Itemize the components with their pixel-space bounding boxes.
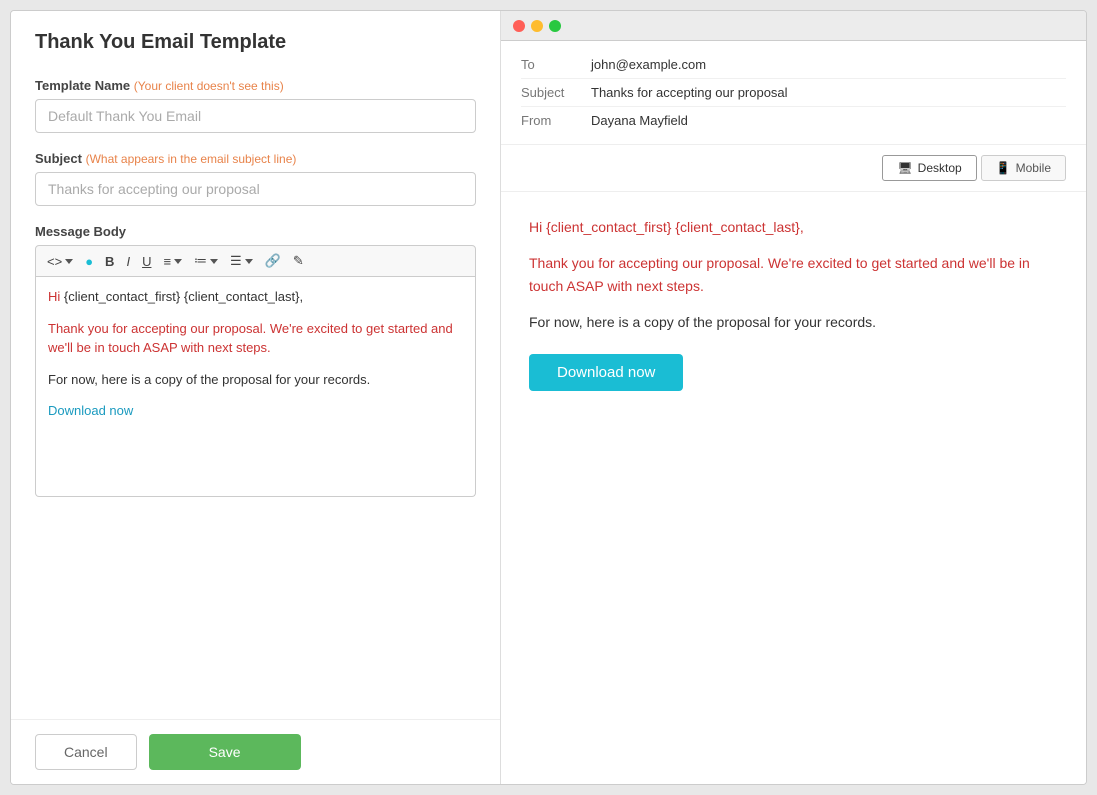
email-subject-value: Thanks for accepting our proposal — [591, 85, 788, 100]
bold-button[interactable]: B — [100, 251, 119, 272]
email-from-value: Dayana Mayfield — [591, 113, 688, 128]
email-preview-wrapper: To john@example.com Subject Thanks for a… — [501, 41, 1086, 784]
bottom-bar: Cancel Save — [11, 719, 500, 784]
link-icon: 🔗 — [265, 253, 281, 269]
email-to-label: To — [521, 57, 591, 72]
greeting-hi: Hi — [48, 289, 64, 304]
left-scroll-area: Thank You Email Template Template Name (… — [11, 11, 500, 719]
subject-input[interactable] — [35, 172, 476, 206]
preview-download-button[interactable]: Download now — [529, 354, 683, 391]
preview-para2: For now, here is a copy of the proposal … — [529, 311, 1058, 333]
link-button[interactable]: 🔗 — [260, 250, 286, 272]
mobile-view-button[interactable]: 📱 Mobile — [981, 155, 1066, 181]
message-body-group: Message Body <> ● B — [35, 224, 476, 497]
mac-close-button[interactable] — [513, 20, 525, 32]
preview-para1: Thank you for accepting our proposal. We… — [529, 252, 1058, 297]
mac-minimize-button[interactable] — [531, 20, 543, 32]
email-from-row: From Dayana Mayfield — [521, 107, 1066, 134]
template-name-input[interactable] — [35, 99, 476, 133]
message-body-label: Message Body — [35, 224, 476, 239]
editor-area[interactable]: Hi Hi {client_contact_first} {client_con… — [35, 277, 476, 497]
template-name-note: (Your client doesn't see this) — [134, 79, 284, 93]
main-wrapper: Thank You Email Template Template Name (… — [10, 10, 1087, 785]
subject-label: Subject (What appears in the email subje… — [35, 151, 476, 166]
right-panel: To john@example.com Subject Thanks for a… — [501, 11, 1086, 784]
align-chevron-icon — [174, 259, 182, 264]
mac-maximize-button[interactable] — [549, 20, 561, 32]
ordered-list-chevron-icon — [210, 259, 218, 264]
ordered-list-button[interactable]: ≔ — [189, 250, 223, 272]
editor-download-link[interactable]: Download now — [48, 403, 133, 418]
editor-para2: For now, here is a copy of the proposal … — [48, 370, 463, 390]
desktop-icon: 🖥 — [897, 161, 912, 175]
left-panel: Thank You Email Template Template Name (… — [11, 11, 501, 784]
mobile-icon: 📱 — [996, 161, 1011, 175]
subject-note: (What appears in the email subject line) — [86, 152, 297, 166]
cancel-button[interactable]: Cancel — [35, 734, 137, 770]
email-subject-label: Subject — [521, 85, 591, 100]
eraser-icon: ✎ — [293, 253, 304, 269]
save-button[interactable]: Save — [149, 734, 301, 770]
template-name-label: Template Name (Your client doesn't see t… — [35, 78, 476, 93]
unordered-list-button[interactable]: ☰ — [225, 250, 258, 272]
color-button[interactable]: ● — [80, 251, 98, 272]
outer-container: Thank You Email Template Template Name (… — [0, 0, 1097, 795]
view-toggle: 🖥 Desktop 📱 Mobile — [501, 145, 1086, 192]
email-body-preview: Hi {client_contact_first} {client_contac… — [501, 192, 1086, 415]
preview-greeting: Hi {client_contact_first} {client_contac… — [529, 216, 1058, 238]
email-from-label: From — [521, 113, 591, 128]
desktop-view-button[interactable]: 🖥 Desktop — [882, 155, 976, 181]
email-headers: To john@example.com Subject Thanks for a… — [501, 41, 1086, 145]
code-chevron-icon — [65, 259, 73, 264]
mac-titlebar — [501, 11, 1086, 41]
editor-greeting: Hi Hi {client_contact_first} {client_con… — [48, 287, 463, 307]
editor-toolbar: <> ● B I U — [35, 245, 476, 277]
code-button[interactable]: <> — [42, 251, 78, 272]
email-to-row: To john@example.com — [521, 51, 1066, 79]
editor-para1: Thank you for accepting our proposal. We… — [48, 319, 463, 358]
subject-group: Subject (What appears in the email subje… — [35, 151, 476, 206]
unordered-list-chevron-icon — [245, 259, 253, 264]
email-subject-row: Subject Thanks for accepting our proposa… — [521, 79, 1066, 107]
email-to-value: john@example.com — [591, 57, 706, 72]
template-name-group: Template Name (Your client doesn't see t… — [35, 78, 476, 133]
panel-title: Thank You Email Template — [35, 31, 476, 54]
eraser-button[interactable]: ✎ — [288, 250, 309, 272]
underline-button[interactable]: U — [137, 251, 156, 272]
align-button[interactable]: ≡ — [158, 251, 187, 272]
italic-button[interactable]: I — [121, 251, 135, 272]
